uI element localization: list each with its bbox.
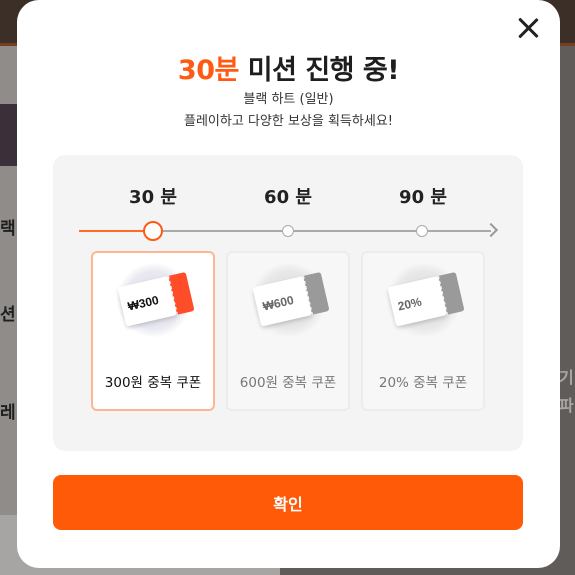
timeline-progress (79, 230, 153, 232)
timeline-dot-60 (282, 225, 294, 237)
confirm-button[interactable]: 확인 (53, 475, 523, 530)
close-icon[interactable] (514, 14, 542, 42)
background-text: 기 (559, 368, 574, 387)
stage-label-90: 90 분 (399, 187, 447, 208)
reward-label: 600원 중복 쿠폰 (239, 375, 337, 391)
stage-label-30: 30 분 (129, 187, 177, 208)
reward-card-600[interactable]: ₩600 600원 중복 쿠폰 (226, 251, 350, 411)
mission-modal: 30분 미션 진행 중! 블랙 하트 (일반) 플레이하고 다양한 보상을 획득… (17, 0, 560, 568)
reward-card-300[interactable]: ₩300 300원 중복 쿠폰 (91, 251, 215, 411)
title-text: 미션 진행 중! (238, 55, 400, 86)
stage-label-60: 60 분 (264, 187, 312, 208)
modal-title: 30분 미션 진행 중! (17, 48, 560, 87)
timeline-dot-30 (143, 221, 163, 241)
background-text: 파 (559, 396, 574, 415)
background-thumbnail (0, 104, 18, 166)
reward-track: 30 분 60 분 90 분 ₩300 300원 중복 쿠폰 ₩600 600원… (53, 155, 523, 451)
timeline-arrow-icon (483, 222, 499, 238)
reward-label: 20% 중복 쿠폰 (378, 375, 468, 391)
reward-label: 300원 중복 쿠폰 (104, 375, 202, 391)
timeline-dot-90 (416, 225, 428, 237)
reward-card-20pct[interactable]: 20% 20% 중복 쿠폰 (361, 251, 485, 411)
title-accent: 30분 (177, 55, 239, 86)
modal-subtitle: 블랙 하트 (일반) (243, 92, 334, 107)
modal-description: 플레이하고 다양한 보상을 획득하세요! (184, 114, 393, 129)
